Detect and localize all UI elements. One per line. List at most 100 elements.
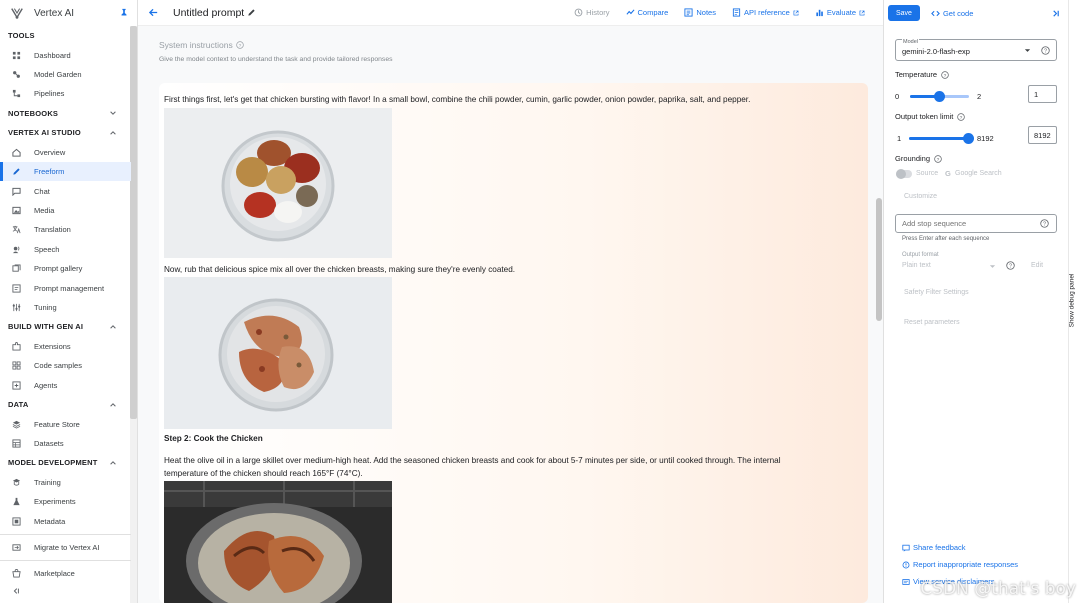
- spice-bowl-image: [164, 108, 392, 258]
- migrate-icon: [12, 544, 21, 551]
- stop-sequence-input[interactable]: [902, 219, 1032, 228]
- output-format-edit-button[interactable]: Edit: [1031, 262, 1043, 269]
- temperature-label-row: Temperature ?: [895, 70, 949, 79]
- token-limit-label: Output token limit: [895, 112, 954, 121]
- notes-button[interactable]: Notes: [684, 8, 716, 17]
- sidebar-item-label: Dashboard: [34, 50, 71, 60]
- chevron-up-icon[interactable]: [109, 459, 117, 467]
- system-instructions[interactable]: System instructions ? Give the model con…: [159, 40, 393, 63]
- sidebar-item-pipelines[interactable]: Pipelines: [0, 84, 131, 103]
- output-format-value[interactable]: Plain text: [902, 262, 931, 269]
- sidebar-scrollbar-thumb[interactable]: [130, 26, 137, 419]
- dropdown-arrow-icon: [989, 265, 996, 268]
- compare-button[interactable]: Compare: [625, 8, 668, 17]
- evaluate-button[interactable]: Evaluate: [815, 8, 865, 17]
- sidebar-section-title: MODEL DEVELOPMENT: [8, 458, 98, 468]
- sidebar-item-experiments[interactable]: Experiments: [0, 492, 131, 511]
- sidebar-nav: TOOLS Dashboard Model Garden Pipelines NOTEB…: [0, 26, 131, 603]
- temperature-input[interactable]: 1: [1028, 85, 1057, 103]
- sidebar-item-migrate-to-vertex-ai[interactable]: Migrate to Vertex AI: [0, 538, 131, 557]
- sidebar-item-extensions[interactable]: Extensions: [0, 337, 131, 356]
- sidebar-item-dashboard[interactable]: Dashboard: [0, 46, 131, 65]
- sidebar-item-marketplace[interactable]: Marketplace: [0, 564, 131, 583]
- sidebar-item-label: Metadata: [34, 516, 66, 526]
- sidebar-item-metadata[interactable]: Metadata: [0, 511, 131, 530]
- api-reference-button[interactable]: API reference: [732, 8, 799, 17]
- token-limit-slider-thumb[interactable]: [962, 133, 974, 144]
- sidebar-section-title: VERTEX AI STUDIO: [8, 128, 81, 138]
- sidebar-item-overview[interactable]: Overview: [0, 143, 131, 162]
- pin-icon[interactable]: [119, 8, 129, 18]
- sidebar-item-freeform[interactable]: Freeform: [0, 162, 131, 182]
- compare-icon: [625, 9, 635, 15]
- temperature-max: 2: [977, 92, 982, 101]
- help-icon[interactable]: ?: [235, 41, 244, 49]
- get-code-button[interactable]: Get code: [931, 9, 973, 18]
- sidebar-item-chat[interactable]: Chat: [0, 181, 131, 200]
- step-heading: Step 2: Cook the Chicken: [164, 434, 263, 443]
- chevron-up-icon[interactable]: [109, 323, 117, 331]
- token-limit-input[interactable]: 8192: [1028, 126, 1057, 144]
- model-select[interactable]: Model gemini-2.0-flash-exp ?: [895, 39, 1057, 61]
- sidebar-item-datasets[interactable]: Datasets: [0, 434, 131, 453]
- app-name: Vertex AI: [34, 7, 75, 19]
- report-inappropriate-responses-link[interactable]: Report inappropriate responses: [902, 560, 1018, 569]
- sidebar-item-translation[interactable]: Translation: [0, 220, 131, 239]
- debug-panel-toggle[interactable]: Show debug panel: [1068, 0, 1080, 603]
- sidebar-item-label: Code samples: [34, 361, 82, 371]
- token-limit-max: 8192: [977, 134, 994, 143]
- google-search-label: Google Search: [955, 170, 1002, 177]
- sidebar-item-training[interactable]: Training: [0, 473, 131, 492]
- sidebar-item-model-garden[interactable]: Model Garden: [0, 65, 131, 84]
- sidebar-section-data[interactable]: DATA: [0, 395, 131, 415]
- sidebar-section-build-with-gen-ai[interactable]: BUILD WITH GEN AI: [0, 317, 131, 337]
- sidebar-item-speech[interactable]: Speech: [0, 240, 131, 259]
- vertex-ai-logo-icon[interactable]: [10, 6, 24, 20]
- response-scrollbar[interactable]: [876, 198, 882, 321]
- help-icon[interactable]: ?: [941, 70, 949, 79]
- sidebar-item-prompt-gallery[interactable]: Prompt gallery: [0, 259, 131, 278]
- marketplace-icon: [12, 569, 21, 578]
- help-icon[interactable]: ?: [1041, 46, 1050, 55]
- share-feedback-link[interactable]: Share feedback: [902, 543, 1018, 552]
- chevron-down-icon[interactable]: [109, 109, 117, 117]
- sidebar-item-agents[interactable]: Agents: [0, 375, 131, 394]
- customize-button[interactable]: Customize: [904, 193, 937, 200]
- stop-sequence-field[interactable]: ?: [895, 214, 1057, 233]
- chevron-up-icon[interactable]: [109, 129, 117, 137]
- grounding-toggle[interactable]: [896, 169, 912, 179]
- sidebar-section-title: NOTEBOOKS: [8, 108, 59, 118]
- help-icon[interactable]: ?: [1040, 219, 1049, 228]
- toolbar-action-label: Notes: [696, 8, 716, 17]
- safety-filter-settings-button[interactable]: Safety Filter Settings: [904, 289, 969, 296]
- chevron-up-icon[interactable]: [109, 401, 117, 409]
- sidebar-item-label: Migrate to Vertex AI: [34, 543, 100, 552]
- save-button[interactable]: Save: [888, 5, 920, 21]
- help-icon[interactable]: ?: [957, 112, 966, 121]
- sidebar-item-label: Agents: [34, 380, 58, 390]
- help-icon[interactable]: ?: [1006, 261, 1015, 270]
- help-icon[interactable]: ?: [934, 154, 942, 163]
- temperature-slider-thumb[interactable]: [934, 91, 945, 102]
- toolbar-action-label: Evaluate: [826, 8, 856, 17]
- sidebar-section-notebooks[interactable]: NOTEBOOKS: [0, 104, 131, 124]
- history-button[interactable]: History: [574, 8, 610, 17]
- sidebar-item-prompt-management[interactable]: Prompt management: [0, 278, 131, 297]
- reset-parameters-button[interactable]: Reset parameters: [904, 319, 960, 326]
- collapse-panel-icon[interactable]: [1051, 9, 1060, 18]
- sidebar-section-model-development[interactable]: MODEL DEVELOPMENT: [0, 453, 131, 473]
- temperature-min: 0: [895, 92, 900, 101]
- sidebar-item-label: Datasets: [34, 438, 64, 448]
- edit-pencil-icon[interactable]: [247, 8, 256, 17]
- back-arrow-icon[interactable]: [148, 7, 159, 18]
- svg-text:?: ?: [937, 156, 940, 162]
- collapse-sidebar-icon[interactable]: [12, 587, 20, 595]
- sidebar-item-tuning[interactable]: Tuning: [0, 298, 131, 317]
- sidebar-item-code-samples[interactable]: Code samples: [0, 356, 131, 375]
- sidebar-section-vertex-ai-studio[interactable]: VERTEX AI STUDIO: [0, 123, 131, 143]
- debug-panel-label: Show debug panel: [1068, 273, 1076, 328]
- sidebar-item-feature-store[interactable]: Feature Store: [0, 414, 131, 433]
- prompt-title[interactable]: Untitled prompt: [173, 7, 244, 19]
- sidebar-item-media[interactable]: Media: [0, 201, 131, 220]
- chicken-skillet-image: [164, 481, 392, 603]
